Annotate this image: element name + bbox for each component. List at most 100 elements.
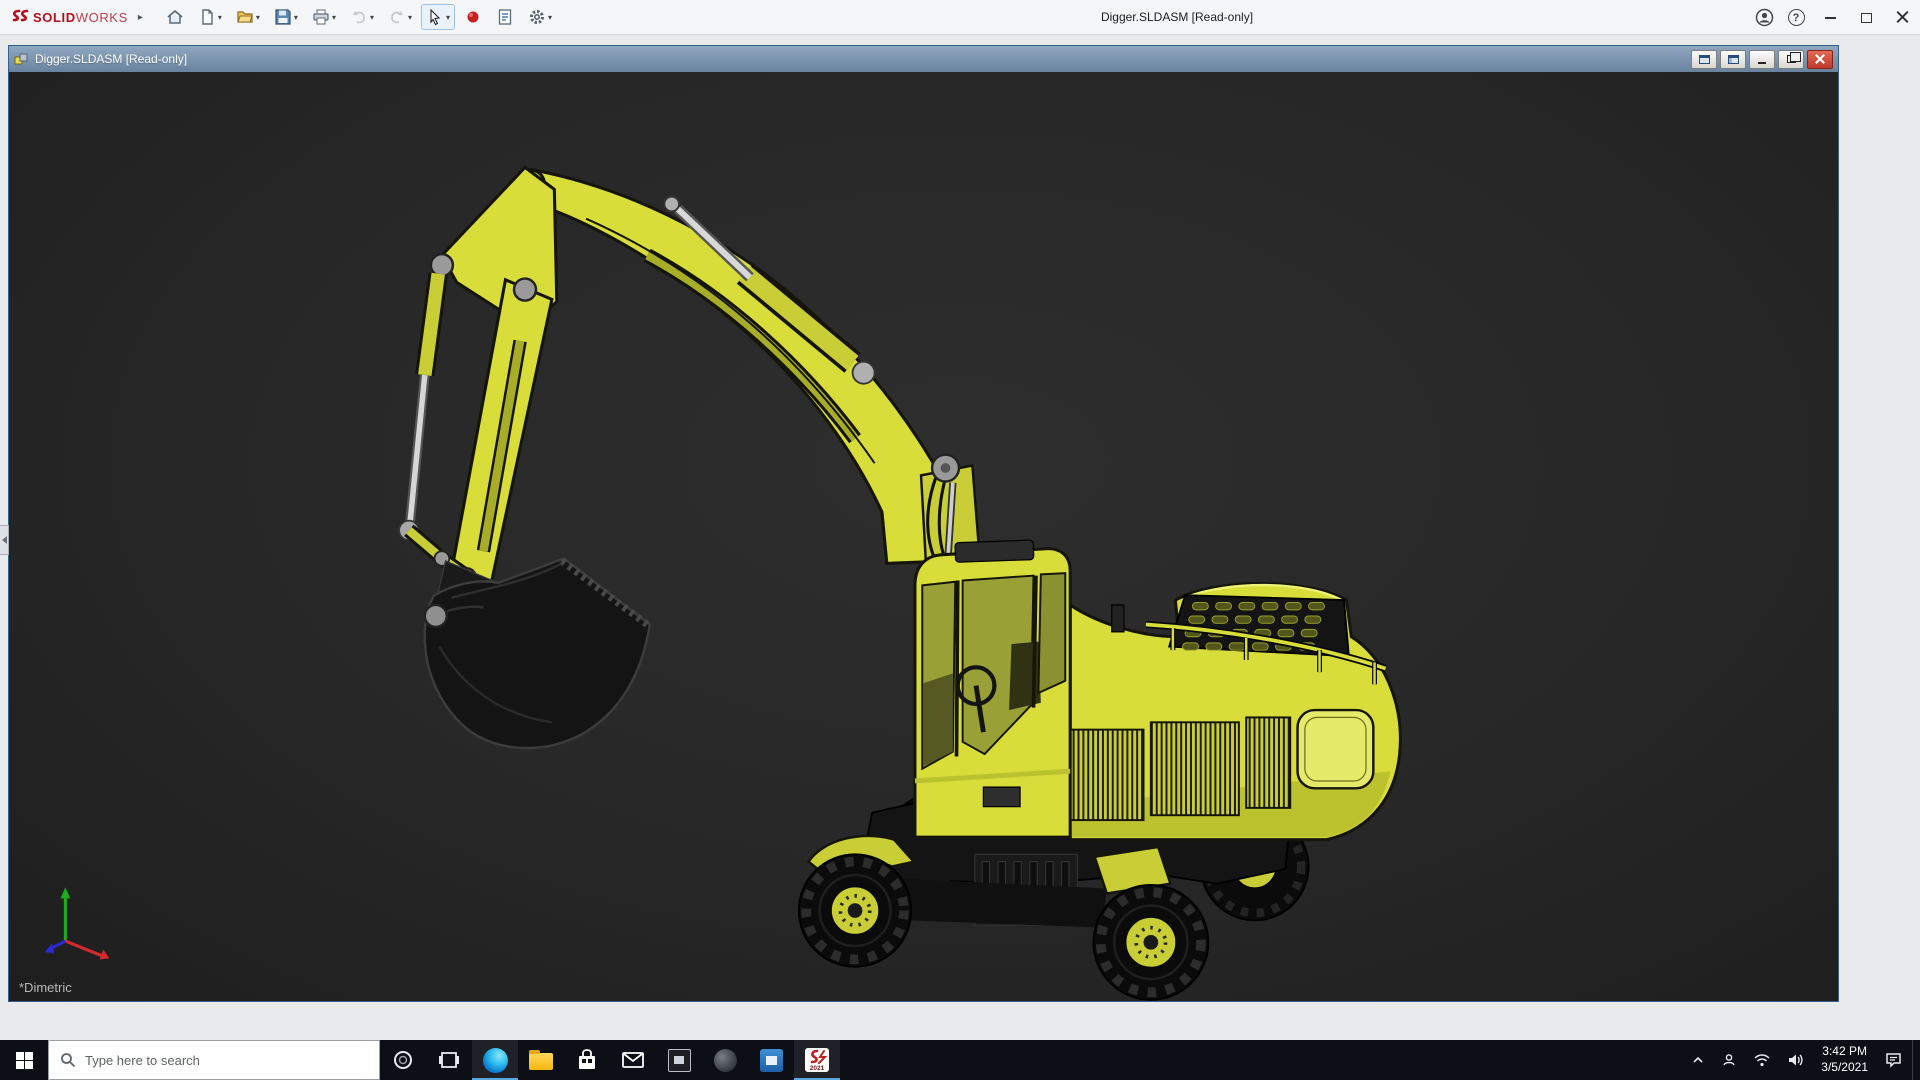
taskbar-cortana-button[interactable] [380, 1040, 426, 1080]
blue-tile-app-icon [759, 1048, 783, 1072]
taskbar-photos-button[interactable] [656, 1040, 702, 1080]
clock-time: 3:42 PM [1822, 1044, 1867, 1059]
quick-access-toolbar: ▾ ▾ ▾ ▾ ▾ ▾ ▾ ▾ [159, 4, 559, 30]
home-button[interactable] [161, 4, 189, 30]
report-sheet-icon [498, 9, 512, 25]
undo-icon [352, 11, 365, 24]
orientation-triad [44, 887, 110, 960]
new-document-caret-icon[interactable]: ▾ [218, 13, 222, 22]
solidworks-app-icon: 2021 [805, 1048, 829, 1072]
logo-works: WORKS [75, 9, 128, 25]
show-desktop-button[interactable] [1912, 1040, 1918, 1080]
print-button[interactable]: ▾ [307, 4, 341, 30]
doc-restore-button[interactable] [1778, 49, 1804, 69]
undo-caret-icon[interactable]: ▾ [370, 13, 374, 22]
solidworks-logo-icon [12, 9, 29, 22]
boom-arm [513, 168, 953, 565]
document-window-controls [1688, 49, 1833, 69]
edge-icon [482, 1047, 508, 1073]
cab [913, 539, 1072, 839]
app-window-title: Digger.SLDASM [Read-only] [1100, 10, 1254, 24]
help-icon: ? [1787, 9, 1805, 26]
open-caret-icon[interactable]: ▾ [256, 13, 260, 22]
document-title: Digger.SLDASM [Read-only] [35, 52, 188, 66]
tile-pane-alt-icon [1727, 54, 1739, 64]
help-button[interactable]: ? [1780, 0, 1812, 35]
search-icon [61, 1053, 76, 1068]
undo-button[interactable]: ▾ [345, 4, 379, 30]
stick-arm [429, 165, 559, 588]
open-folder-icon [237, 11, 253, 23]
app-titlebar: SOLIDWORKS ▸ ▾ ▾ ▾ ▾ ▾ ▾ ▾ ▾ Digger.SLDA… [0, 0, 1920, 35]
select-tool-button[interactable]: ▾ [420, 4, 455, 30]
document-window: Digger.SLDASM [Read-only] *Dimetric [8, 45, 1839, 1002]
taskbar-clock[interactable]: 3:42 PM 3/5/2021 [1814, 1044, 1875, 1075]
start-button[interactable] [0, 1040, 48, 1080]
assembly-file-icon [14, 53, 28, 64]
red-sphere-icon [467, 11, 479, 23]
select-caret-icon[interactable]: ▾ [446, 13, 450, 22]
save-button[interactable]: ▾ [269, 4, 303, 30]
doc-minimize-button[interactable] [1749, 49, 1775, 69]
engine-house [1052, 582, 1402, 842]
taskbar-mail-button[interactable] [610, 1040, 656, 1080]
photos-dark-tile-icon [667, 1048, 691, 1072]
viewport-3d[interactable]: *Dimetric [9, 72, 1838, 1001]
tray-contact-button[interactable] [1715, 1040, 1743, 1080]
front-right-wheel [1092, 883, 1210, 1001]
document-titlebar[interactable]: Digger.SLDASM [Read-only] [9, 46, 1838, 72]
solidworks-logo-text: SOLIDWORKS [33, 10, 128, 25]
app-close-button[interactable] [1884, 0, 1920, 35]
hidden-icons-button[interactable] [1685, 1040, 1711, 1080]
doc-tile-pane-alt-button[interactable] [1720, 49, 1746, 69]
clock-date: 3/5/2021 [1821, 1060, 1868, 1074]
taskbar-search-box[interactable]: Type here to search [48, 1040, 380, 1080]
redo-caret-icon[interactable]: ▾ [408, 13, 412, 22]
view-orientation-label: *Dimetric [19, 980, 72, 995]
account-button[interactable] [1748, 0, 1780, 35]
tray-volume-button[interactable] [1781, 1040, 1810, 1080]
options-button[interactable]: ▾ [523, 4, 557, 30]
bucket-cylinder [398, 272, 448, 542]
taskbar-blue-app-button[interactable] [748, 1040, 794, 1080]
taskbar-gray-app-button[interactable] [702, 1040, 748, 1080]
taskbar-store-button[interactable] [564, 1040, 610, 1080]
save-caret-icon[interactable]: ▾ [294, 13, 298, 22]
collapsed-panel-tab[interactable] [0, 525, 9, 555]
home-icon [167, 9, 183, 24]
gear-icon [530, 10, 544, 24]
logo-solid: SOLID [33, 9, 76, 25]
open-button[interactable]: ▾ [231, 4, 265, 30]
taskbar-solidworks-button[interactable]: 2021 [794, 1040, 840, 1080]
taskbar-task-view-button[interactable] [426, 1040, 472, 1080]
titlebar-right-controls: ? [1748, 0, 1920, 35]
cortana-icon [394, 1051, 412, 1069]
solidworks-badge: 2021 [810, 1065, 825, 1072]
app-maximize-button[interactable] [1848, 0, 1884, 35]
print-caret-icon[interactable]: ▾ [332, 13, 336, 22]
taskbar-edge-button[interactable] [472, 1040, 518, 1080]
new-document-button[interactable]: ▾ [193, 4, 227, 30]
chevron-up-icon [1693, 1056, 1703, 1063]
xpress-tools-button[interactable] [459, 4, 487, 30]
tray-network-button[interactable] [1747, 1040, 1777, 1080]
doc-tile-pane-button[interactable] [1691, 49, 1717, 69]
app-minimize-button[interactable] [1812, 0, 1848, 35]
design-binder-button[interactable] [491, 4, 519, 30]
taskbar-file-explorer-button[interactable] [518, 1040, 564, 1080]
menu-expander-icon[interactable]: ▸ [138, 12, 143, 23]
front-left-wheel [797, 853, 913, 968]
print-icon [313, 9, 329, 25]
options-caret-icon[interactable]: ▾ [548, 13, 552, 22]
action-center-button[interactable] [1879, 1040, 1908, 1080]
screen: SOLIDWORKS ▸ ▾ ▾ ▾ ▾ ▾ ▾ ▾ ▾ Digger.SLDA… [0, 0, 1920, 1080]
taskbar: Type here to search 2021 3:42 PM 3/5/202… [0, 1040, 1920, 1080]
redo-button[interactable]: ▾ [383, 4, 417, 30]
solidworks-logo: SOLIDWORKS [0, 9, 134, 25]
wifi-icon [1754, 1054, 1770, 1067]
select-arrow-icon [430, 8, 441, 26]
file-explorer-icon [529, 1050, 553, 1070]
doc-close-button[interactable] [1807, 49, 1833, 69]
doc-close-icon [1815, 54, 1825, 64]
mail-icon [622, 1052, 644, 1068]
